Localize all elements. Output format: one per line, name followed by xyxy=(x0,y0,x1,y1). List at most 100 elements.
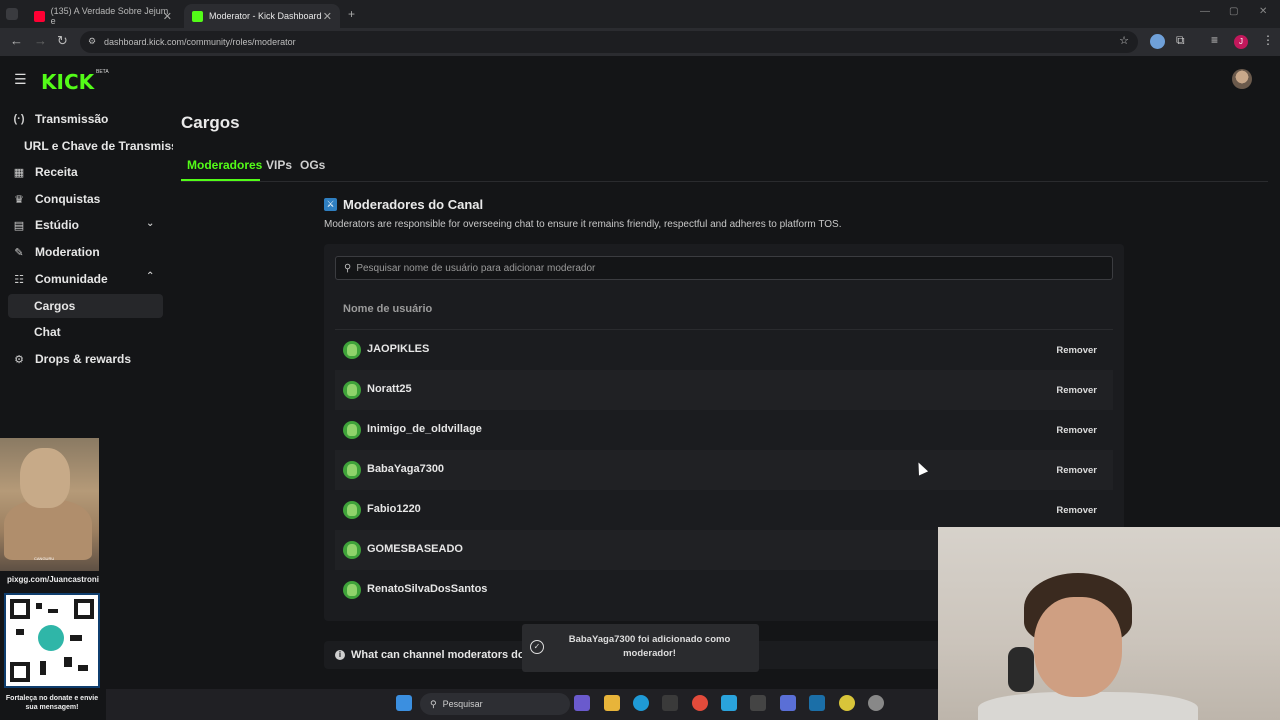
tab-menu-icon[interactable] xyxy=(6,8,18,20)
kangaroo-caption: CANGURU xyxy=(34,556,55,561)
username[interactable]: Noratt25 xyxy=(367,383,412,395)
telegram-icon[interactable] xyxy=(721,695,737,711)
edge-icon[interactable] xyxy=(633,695,649,711)
window-close-icon[interactable]: ✕ xyxy=(1259,6,1267,17)
sidebar-item-label: Cargos xyxy=(34,299,76,313)
username[interactable]: Inimigo_de_oldvillage xyxy=(367,423,482,435)
avatar xyxy=(343,341,361,359)
avatar xyxy=(343,381,361,399)
section-description: Moderators are responsible for overseein… xyxy=(324,219,842,230)
sidebar-item-transmissao[interactable]: (·) Transmissão xyxy=(12,107,109,131)
remove-button[interactable]: Remover xyxy=(1048,419,1105,441)
user-avatar[interactable] xyxy=(1232,69,1252,89)
chevron-up-icon[interactable]: ⌃ xyxy=(146,271,154,282)
avatar xyxy=(343,421,361,439)
site-info-icon[interactable]: ⚙ xyxy=(88,36,96,47)
remove-button[interactable]: Remover xyxy=(1048,339,1105,361)
pix-link: pixgg.com/Juancastroni xyxy=(6,575,100,584)
close-icon[interactable]: ✕ xyxy=(323,10,332,23)
avatar xyxy=(343,541,361,559)
obs-icon[interactable] xyxy=(750,695,766,711)
forward-icon[interactable]: → xyxy=(34,33,47,48)
new-tab-icon[interactable]: + xyxy=(348,7,355,21)
revenue-icon: ▦ xyxy=(13,166,25,179)
sidebar-item-comunidade[interactable]: ☷ Comunidade ⌃ xyxy=(12,267,162,291)
username[interactable]: Fabio1220 xyxy=(367,503,421,515)
sidebar-item-url-chave[interactable]: URL e Chave de Transmissão xyxy=(8,134,173,158)
table-row: BabaYaga7300 Remover xyxy=(335,450,1113,490)
taskbar-search[interactable]: ⚲ Pesquisar xyxy=(420,693,570,715)
app-icon[interactable] xyxy=(780,695,796,711)
remove-button[interactable]: Remover xyxy=(1048,459,1105,481)
app-icon[interactable] xyxy=(839,695,855,711)
table-row: Inimigo_de_oldvillage Remover xyxy=(335,410,1113,450)
avatar xyxy=(343,501,361,519)
sidebar-item-label: Chat xyxy=(34,325,61,339)
search-icon: ⚲ xyxy=(344,262,352,274)
media-queue-icon[interactable]: ≡ xyxy=(1211,33,1218,47)
store-icon[interactable] xyxy=(662,695,678,711)
tab-kick-dashboard[interactable]: Moderator - Kick Dashboard ✕ xyxy=(184,4,340,28)
hamburger-menu-icon[interactable]: ☰ xyxy=(14,71,27,88)
username[interactable]: BabaYaga7300 xyxy=(367,463,444,475)
minimize-icon[interactable]: — xyxy=(1200,6,1210,17)
close-icon[interactable]: ✕ xyxy=(163,10,172,23)
url-text: dashboard.kick.com/community/roles/moder… xyxy=(104,37,296,47)
search-placeholder: Pesquisar nome de usuário para adicionar… xyxy=(356,262,596,274)
sidebar-item-drops[interactable]: ⚙ Drops & rewards xyxy=(12,347,131,371)
moderator-search-input[interactable]: ⚲ Pesquisar nome de usuário para adicion… xyxy=(335,256,1113,280)
beta-badge: BETA xyxy=(96,69,109,75)
tab-youtube[interactable]: (135) A Verdade Sobre Jejum e ✕ xyxy=(26,4,180,28)
broadcast-icon: (·) xyxy=(13,113,25,125)
sidebar-item-chat[interactable]: Chat xyxy=(8,320,163,344)
tab-label: (135) A Verdade Sobre Jejum e xyxy=(50,6,169,26)
remove-button[interactable]: Remover xyxy=(1048,379,1105,401)
shield-icon: ⚔ xyxy=(324,198,337,211)
chrome-icon[interactable] xyxy=(692,695,708,711)
kick-logo[interactable]: KICK xyxy=(41,70,94,94)
app-icon[interactable] xyxy=(868,695,884,711)
sidebar-item-label: Transmissão xyxy=(35,112,109,126)
page-title: Cargos xyxy=(181,113,240,132)
sidebar-item-estudio[interactable]: ▤ Estúdio ⌄ xyxy=(12,213,162,237)
extensions-puzzle-icon[interactable]: ⧉ xyxy=(1176,33,1185,48)
tab-moderadores[interactable]: Moderadores xyxy=(187,158,262,172)
studio-icon: ▤ xyxy=(13,219,25,232)
sidebar-item-label: URL e Chave de Transmissão xyxy=(24,139,173,153)
active-tab-indicator xyxy=(181,179,260,181)
column-header-username: Nome de usuário xyxy=(343,303,433,315)
tab-label: Moderator - Kick Dashboard xyxy=(209,11,322,21)
username[interactable]: RenatoSilvaDosSantos xyxy=(367,583,487,595)
profile-avatar[interactable]: J xyxy=(1234,35,1248,49)
browser-menu-icon[interactable]: ⋮ xyxy=(1262,33,1274,47)
url-field[interactable]: ⚙ dashboard.kick.com/community/roles/mod… xyxy=(80,31,1138,53)
sidebar-item-label: Receita xyxy=(35,165,78,179)
steam-icon[interactable] xyxy=(809,695,825,711)
taskbar-search-label: Pesquisar xyxy=(442,699,483,709)
chevron-down-icon[interactable]: ⌄ xyxy=(146,218,154,229)
windows-start-icon[interactable] xyxy=(396,695,412,711)
copilot-icon[interactable] xyxy=(574,695,590,711)
sidebar-item-cargos[interactable]: Cargos xyxy=(8,294,163,318)
table-row: JAOPIKLES Remover xyxy=(335,330,1113,370)
maximize-icon[interactable]: ▢ xyxy=(1229,6,1238,17)
success-toast: ✓ BabaYaga7300 foi adicionado como moder… xyxy=(522,624,759,672)
file-explorer-icon[interactable] xyxy=(604,695,620,711)
sidebar-item-receita[interactable]: ▦ Receita xyxy=(12,160,78,184)
extension-icon[interactable] xyxy=(1150,34,1165,49)
username[interactable]: GOMESBASEADO xyxy=(367,543,463,555)
tab-ogs[interactable]: OGs xyxy=(300,158,325,172)
reload-icon[interactable]: ↻ xyxy=(57,33,68,49)
faq-label: What can channel moderators do xyxy=(351,649,525,661)
wrench-icon: ✎ xyxy=(14,246,24,259)
remove-button[interactable]: Remover xyxy=(1048,499,1105,521)
sidebar-item-conquistas[interactable]: ♛ Conquistas xyxy=(12,187,100,211)
bookmark-star-icon[interactable]: ☆ xyxy=(1119,34,1129,47)
tab-vips[interactable]: VIPs xyxy=(266,158,292,172)
app-header xyxy=(0,56,1280,100)
sidebar-item-label: Estúdio xyxy=(35,218,79,232)
info-icon: i xyxy=(335,650,345,660)
sidebar-item-moderation[interactable]: ✎ Moderation xyxy=(12,240,99,264)
username[interactable]: JAOPIKLES xyxy=(367,343,429,355)
back-icon[interactable]: ← xyxy=(10,33,23,48)
